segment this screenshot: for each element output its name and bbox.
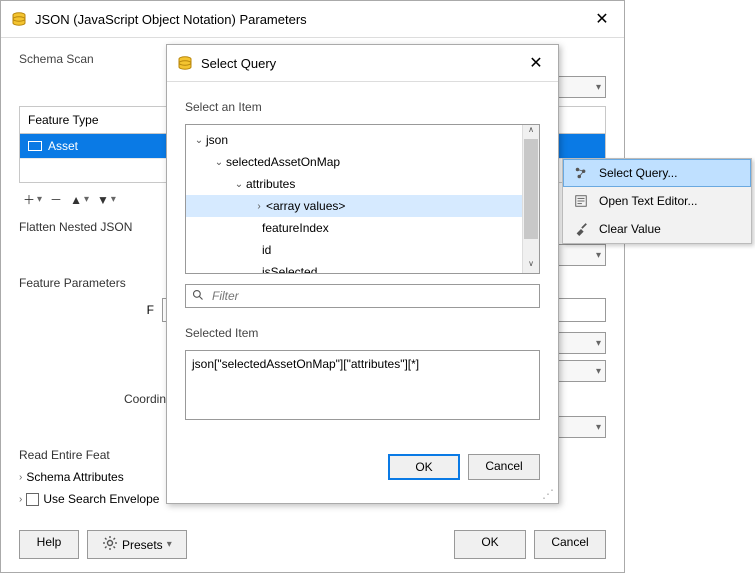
sq-titlebar: Select Query ✕ — [167, 45, 558, 82]
ctx-clear-value-label: Clear Value — [599, 222, 661, 236]
move-up-button[interactable]: ▲▾ — [70, 191, 89, 208]
main-close-button[interactable]: ✕ — [590, 7, 614, 31]
chevron-right-icon: › — [19, 472, 22, 483]
row-icon — [28, 141, 42, 151]
chevron-down-icon: ▾ — [596, 338, 601, 349]
tree-view: ⌄json ⌄selectedAssetOnMap ⌄attributes ›<… — [185, 124, 540, 274]
caret-down-icon: ⌄ — [212, 157, 226, 168]
presets-label: Presets — [122, 538, 163, 552]
chevron-down-icon: ▾ — [167, 539, 172, 550]
tree-node-isselected[interactable]: isSelected — [186, 261, 522, 274]
main-titlebar: JSON (JavaScript Object Notation) Parame… — [1, 1, 624, 38]
chevron-right-icon: › — [19, 494, 22, 505]
gear-icon — [102, 535, 118, 554]
move-down-button[interactable]: ▼▾ — [97, 191, 116, 208]
schema-attr-label: Schema Attributes — [26, 470, 123, 484]
chevron-down-icon: ▾ — [596, 366, 601, 377]
tree-node-json[interactable]: ⌄json — [186, 129, 522, 151]
brush-icon — [573, 221, 589, 237]
chevron-down-icon: ▾ — [596, 82, 601, 93]
chevron-down-icon: ▾ — [596, 250, 601, 261]
selected-item-label: Selected Item — [185, 322, 540, 344]
caret-down-icon: ⌄ — [192, 135, 206, 146]
caret-right-icon: › — [252, 201, 266, 212]
tree-node-featureindex[interactable]: featureIndex — [186, 217, 522, 239]
select-query-dialog: Select Query ✕ Select an Item ⌄json ⌄sel… — [166, 44, 559, 504]
sq-ok-button[interactable]: OK — [388, 454, 460, 480]
sq-title: Select Query — [201, 56, 524, 71]
tree-scrollbar[interactable]: ∧ ∨ — [522, 125, 539, 273]
tree-node-selectedassetonmap[interactable]: ⌄selectedAssetOnMap — [186, 151, 522, 173]
text-editor-icon — [573, 193, 589, 209]
tree-node-id[interactable]: id — [186, 239, 522, 261]
search-icon — [192, 289, 204, 304]
search-envelope-checkbox[interactable] — [26, 493, 39, 506]
ctx-clear-value[interactable]: Clear Value — [563, 215, 751, 243]
context-menu: Select Query... Open Text Editor... Clea… — [562, 158, 752, 244]
select-item-label: Select an Item — [185, 96, 540, 118]
selected-item-box[interactable]: json["selectedAssetOnMap"]["attributes"]… — [185, 350, 540, 420]
filter-box — [185, 284, 540, 308]
database-icon — [177, 55, 193, 71]
filter-input[interactable] — [210, 288, 533, 304]
selected-item-value: json["selectedAssetOnMap"]["attributes"]… — [192, 357, 419, 371]
sq-cancel-button[interactable]: Cancel — [468, 454, 540, 480]
feature-type-toolbar: ＋▾ － ▲▾ ▼▾ — [19, 183, 120, 216]
search-envelope-label: Use Search Envelope — [43, 492, 159, 506]
ctx-open-editor-label: Open Text Editor... — [599, 194, 698, 208]
feature-type-value: Asset — [48, 139, 78, 153]
add-button[interactable]: ＋▾ — [23, 191, 42, 208]
help-button[interactable]: Help — [19, 530, 79, 559]
tree-node-attributes[interactable]: ⌄attributes — [186, 173, 522, 195]
ctx-open-editor[interactable]: Open Text Editor... — [563, 187, 751, 215]
resize-grip-icon[interactable]: ⋰ — [542, 487, 554, 499]
f-label: F — [19, 303, 154, 317]
main-ok-button[interactable]: OK — [454, 530, 526, 559]
chevron-down-icon: ▾ — [596, 422, 601, 433]
scroll-thumb[interactable] — [524, 139, 538, 239]
main-title: JSON (JavaScript Object Notation) Parame… — [35, 12, 590, 27]
main-cancel-button[interactable]: Cancel — [534, 530, 606, 559]
scroll-up-icon: ∧ — [523, 125, 539, 139]
sq-close-button[interactable]: ✕ — [524, 51, 548, 75]
scroll-down-icon: ∨ — [523, 259, 539, 273]
ctx-select-query-label: Select Query... — [599, 166, 677, 180]
caret-down-icon: ⌄ — [232, 179, 246, 190]
tree-node-array-values[interactable]: ›<array values> — [186, 195, 522, 217]
remove-button[interactable]: － — [50, 191, 62, 208]
query-icon — [573, 165, 589, 181]
presets-button[interactable]: Presets ▾ — [87, 530, 187, 559]
ctx-select-query[interactable]: Select Query... — [563, 159, 751, 187]
database-icon — [11, 11, 27, 27]
